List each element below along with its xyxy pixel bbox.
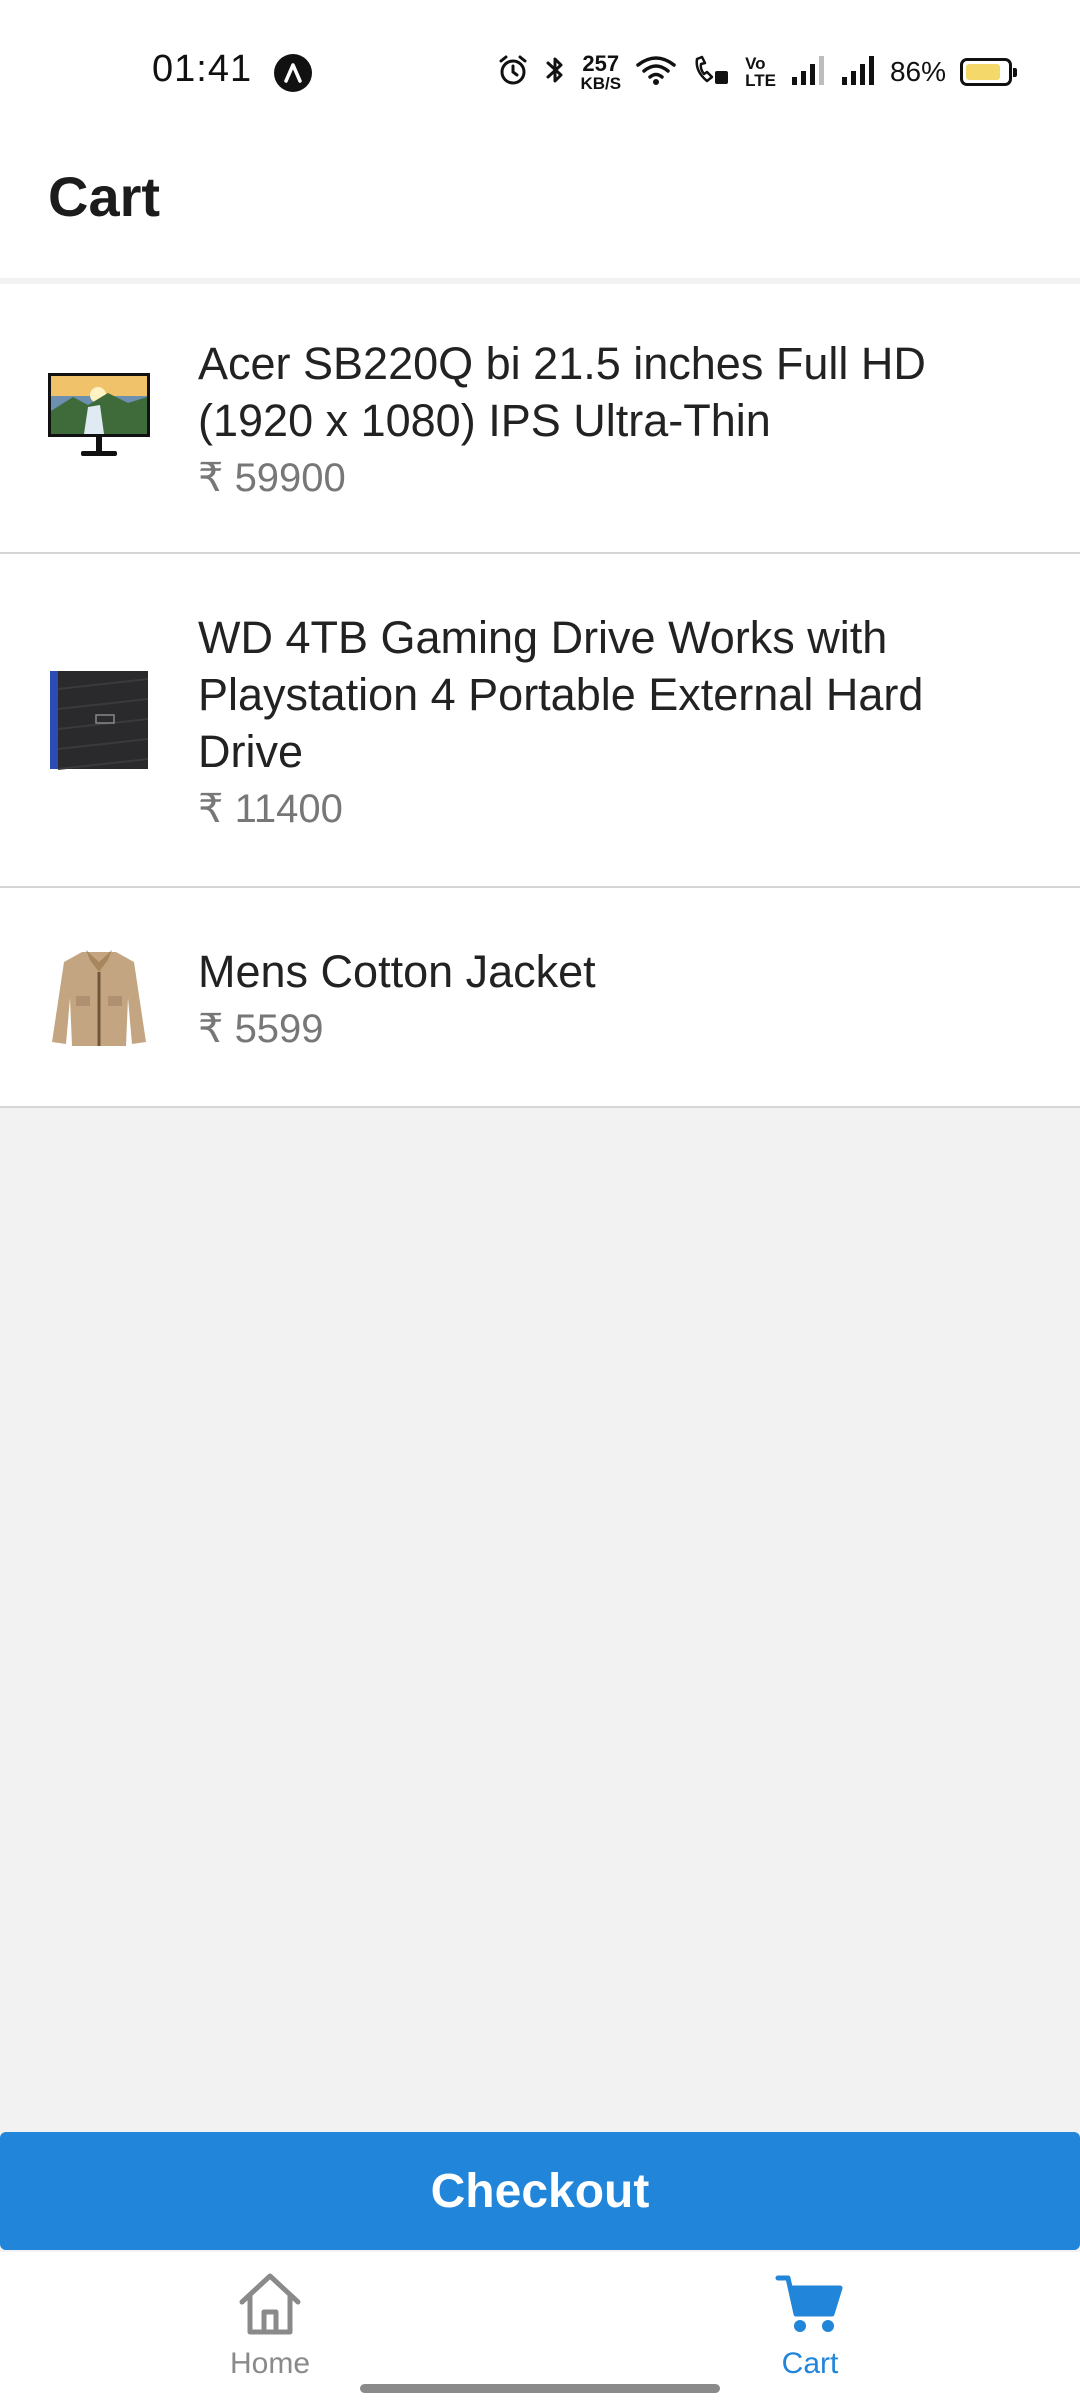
page-title: Cart [48,165,161,228]
bluetooth-icon [544,53,566,92]
cart-item-info: Acer SB220Q bi 21.5 inches Full HD (1920… [198,335,1040,501]
status-time: 01:41 [152,48,253,90]
home-indicator[interactable] [360,2384,720,2393]
volte-label-top: Vo [745,54,766,73]
cart-item-name: WD 4TB Gaming Drive Works with Playstati… [198,611,924,777]
cart-item-info: Mens Cotton Jacket ₹ 5599 [198,943,1040,1052]
cart-icon [774,2275,846,2344]
cart-item[interactable]: WD 4TB Gaming Drive Works with Playstati… [0,554,1080,888]
wifi-icon [635,53,677,92]
monitor-image [48,367,150,469]
cart-item-info: WD 4TB Gaming Drive Works with Playstati… [198,609,1040,832]
app-notification-icon [274,54,312,92]
wifi-calling-icon [691,53,731,92]
cart-item-price: ₹ 11400 [198,786,343,831]
cart-item-name: Acer SB220Q bi 21.5 inches Full HD (1920… [198,338,926,446]
cart-item-name: Mens Cotton Jacket [198,945,596,997]
nav-cart[interactable]: Cart [710,2268,910,2381]
home-icon [234,2273,306,2344]
cart-list: Acer SB220Q bi 21.5 inches Full HD (1920… [0,284,1080,1108]
battery-cap [1013,68,1017,77]
status-bar: 01:41 257 KB/S Vo LTE 86% [0,0,1080,140]
volte-icon: Vo LTE [745,55,776,89]
nav-home-label: Home [229,2347,311,2380]
nav-cart-label: Cart [781,2347,839,2380]
network-speed-unit: KB/S [580,73,622,93]
jacket-image [48,946,150,1048]
battery-percent: 86% [889,56,946,87]
cart-item-price: ₹ 59900 [198,456,346,500]
network-speed: 257 KB/S [580,50,622,93]
checkout-button[interactable]: Checkout [0,2132,1080,2250]
hard-drive-image [48,669,150,771]
status-icons: 257 KB/S Vo LTE 86% [496,50,1017,94]
network-speed-value: 257 [582,50,620,76]
cart-item[interactable]: Mens Cotton Jacket ₹ 5599 [0,888,1080,1108]
cart-item-price: ₹ 5599 [198,1006,324,1051]
cart-item[interactable]: Acer SB220Q bi 21.5 inches Full HD (1920… [0,284,1080,554]
battery-icon [960,58,1017,86]
alarm-icon [496,53,530,92]
signal-icon [790,53,826,92]
app-header: Cart [0,140,1080,278]
battery-level [966,64,1000,80]
volte-label-bottom: LTE [745,71,776,90]
nav-home[interactable]: Home [170,2268,370,2381]
bottom-nav: Home Cart [0,2252,1080,2400]
signal-icon [840,53,876,92]
